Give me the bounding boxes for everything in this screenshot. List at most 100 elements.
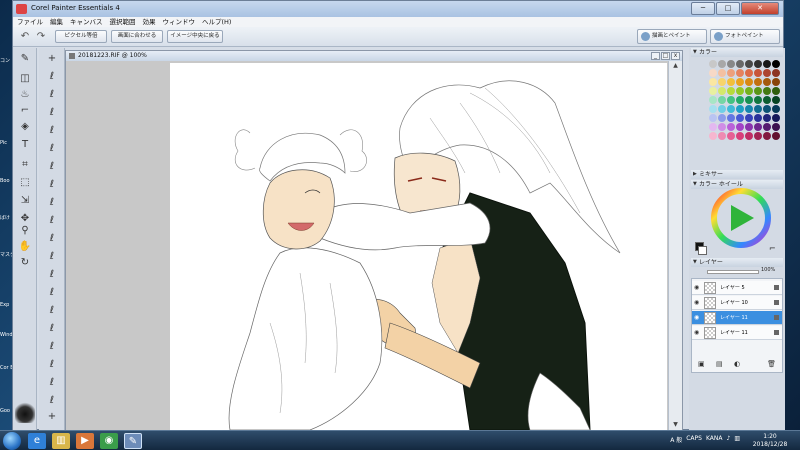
grabber-tool-icon[interactable]: ✋ bbox=[18, 240, 32, 254]
document-view[interactable] bbox=[66, 61, 682, 430]
desktop-icon-folder[interactable]: ばけ フォル bbox=[0, 215, 12, 221]
eyedropper-icon[interactable]: ⌐ bbox=[769, 244, 776, 253]
layer-row[interactable]: ◉ レイヤー 5 bbox=[692, 281, 782, 295]
network-icon[interactable]: ▥ bbox=[734, 435, 740, 444]
color-swatch[interactable] bbox=[709, 114, 717, 122]
color-swatch[interactable] bbox=[736, 132, 744, 140]
brush-variant-17-icon[interactable]: ℓ bbox=[45, 358, 59, 372]
bg-color-chip[interactable] bbox=[698, 246, 707, 255]
desktop-icon-pictures[interactable]: Pic bbox=[0, 140, 12, 146]
brush-add-bottom-icon[interactable]: + bbox=[45, 410, 59, 424]
layer-group-icon[interactable]: ▤ bbox=[716, 360, 723, 368]
layer-row[interactable]: ◉ レイヤー 11 bbox=[692, 326, 782, 340]
color-swatch[interactable] bbox=[727, 105, 735, 113]
brush-variant-5-icon[interactable]: ℓ bbox=[45, 142, 59, 156]
close-button[interactable]: ✕ bbox=[741, 2, 779, 15]
layer-row[interactable]: ◉ レイヤー 10 bbox=[692, 296, 782, 310]
drawing-canvas[interactable] bbox=[170, 63, 667, 430]
brush-variant-6-icon[interactable]: ℓ bbox=[45, 160, 59, 174]
chrome-icon[interactable]: ◉ bbox=[100, 433, 118, 449]
brush-variant-4-icon[interactable]: ℓ bbox=[45, 124, 59, 138]
color-swatch[interactable] bbox=[709, 87, 717, 95]
rotate-tool-icon[interactable]: ↻ bbox=[18, 256, 32, 270]
color-swatch[interactable] bbox=[772, 69, 780, 77]
brush-variant-16-icon[interactable]: ℓ bbox=[45, 340, 59, 354]
fit-to-screen-button[interactable]: 画面に合わせる bbox=[111, 30, 163, 43]
desktop-icon-corel[interactable]: Cor Es bbox=[0, 365, 12, 371]
menu-help[interactable]: ヘルプ(H) bbox=[202, 17, 231, 27]
color-swatch[interactable] bbox=[727, 132, 735, 140]
scroll-down-icon[interactable]: ▼ bbox=[671, 421, 680, 429]
maximize-button[interactable]: □ bbox=[716, 2, 740, 15]
menu-effects[interactable]: 効果 bbox=[143, 17, 156, 27]
color-swatch[interactable] bbox=[718, 69, 726, 77]
brush-variant-19-icon[interactable]: ℓ bbox=[45, 394, 59, 408]
layer-mask-icon[interactable]: ◐ bbox=[734, 360, 740, 368]
fill-tool-icon[interactable]: ◈ bbox=[18, 120, 32, 134]
color-swatch[interactable] bbox=[772, 123, 780, 131]
color-swatch[interactable] bbox=[727, 114, 735, 122]
color-swatch[interactable] bbox=[763, 69, 771, 77]
opacity-slider[interactable] bbox=[707, 270, 759, 274]
ime-indicator[interactable]: A 般 bbox=[670, 435, 682, 444]
volume-icon[interactable]: ♪ bbox=[726, 435, 730, 444]
eye-icon[interactable]: ◉ bbox=[694, 314, 702, 322]
color-swatch[interactable] bbox=[745, 105, 753, 113]
color-swatch[interactable] bbox=[772, 87, 780, 95]
color-swatch[interactable] bbox=[736, 78, 744, 86]
blender-tool-icon[interactable]: ♨ bbox=[18, 88, 32, 102]
color-swatch[interactable] bbox=[709, 78, 717, 86]
color-swatch[interactable] bbox=[727, 78, 735, 86]
brush-variant-11-icon[interactable]: ℓ bbox=[45, 250, 59, 264]
color-swatch[interactable] bbox=[772, 78, 780, 86]
brush-add-icon[interactable]: + bbox=[45, 52, 59, 66]
color-swatch[interactable] bbox=[754, 114, 762, 122]
color-swatch[interactable] bbox=[754, 132, 762, 140]
color-swatch[interactable] bbox=[736, 96, 744, 104]
color-swatch[interactable] bbox=[754, 96, 762, 104]
color-swatch[interactable] bbox=[718, 132, 726, 140]
color-swatch[interactable] bbox=[718, 114, 726, 122]
color-swatch[interactable] bbox=[745, 132, 753, 140]
color-swatch[interactable] bbox=[709, 123, 717, 131]
brush-variant-13-icon[interactable]: ℓ bbox=[45, 286, 59, 300]
color-swatch[interactable] bbox=[763, 96, 771, 104]
eye-icon[interactable]: ◉ bbox=[694, 329, 702, 337]
start-button[interactable] bbox=[3, 432, 21, 450]
selection-tool-icon[interactable]: ⬚ bbox=[18, 176, 32, 190]
eye-icon[interactable]: ◉ bbox=[694, 299, 702, 307]
undo-icon[interactable]: ↶ bbox=[19, 31, 31, 43]
clock[interactable]: 1:20 2018/12/28 bbox=[748, 433, 792, 449]
color-swatch[interactable] bbox=[709, 60, 717, 68]
layer-row-selected[interactable]: ◉ レイヤー 11 bbox=[692, 311, 782, 325]
brush-variant-10-icon[interactable]: ℓ bbox=[45, 232, 59, 246]
color-swatch[interactable] bbox=[763, 105, 771, 113]
crop-tool-icon[interactable]: ⌗ bbox=[18, 158, 32, 172]
color-swatch[interactable] bbox=[772, 132, 780, 140]
color-swatch[interactable] bbox=[754, 87, 762, 95]
color-swatch[interactable] bbox=[763, 87, 771, 95]
desktop-icon-computer[interactable]: コン bbox=[0, 58, 12, 64]
color-swatch[interactable] bbox=[736, 123, 744, 131]
brush-variant-1-icon[interactable]: ℓ bbox=[45, 70, 59, 84]
color-swatch[interactable] bbox=[709, 96, 717, 104]
color-swatch[interactable] bbox=[754, 105, 762, 113]
color-swatch[interactable] bbox=[709, 132, 717, 140]
menu-select[interactable]: 選択範囲 bbox=[110, 17, 136, 27]
eraser-tool-icon[interactable]: ◫ bbox=[18, 72, 32, 86]
color-swatch[interactable] bbox=[718, 123, 726, 131]
color-swatch[interactable] bbox=[736, 69, 744, 77]
color-swatch[interactable] bbox=[718, 60, 726, 68]
color-swatch[interactable] bbox=[709, 69, 717, 77]
desktop-icon-explorer[interactable]: Exp bbox=[0, 302, 12, 308]
doc-maximize-button[interactable]: □ bbox=[661, 52, 670, 60]
scroll-up-icon[interactable]: ▲ bbox=[671, 62, 680, 70]
color-swatch[interactable] bbox=[745, 96, 753, 104]
color-swatch[interactable] bbox=[763, 114, 771, 122]
color-swatch[interactable] bbox=[763, 123, 771, 131]
color-swatch[interactable] bbox=[736, 87, 744, 95]
color-swatch[interactable] bbox=[754, 60, 762, 68]
brush-variant-3-icon[interactable]: ℓ bbox=[45, 106, 59, 120]
color-swatch[interactable] bbox=[727, 60, 735, 68]
color-swatch[interactable] bbox=[727, 87, 735, 95]
